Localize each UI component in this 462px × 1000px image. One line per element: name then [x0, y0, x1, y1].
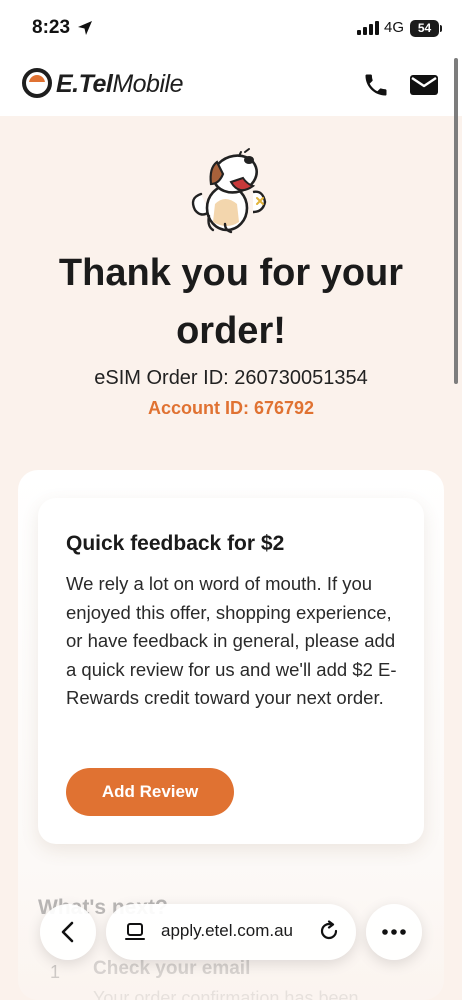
feedback-title: Quick feedback for $2 [66, 532, 285, 555]
signal-icon [357, 21, 379, 35]
account-id: Account ID: 676792 [147, 398, 315, 418]
order-id: eSIM Order ID: 260730051354 [94, 367, 368, 389]
step-description: Your order confirmation has been [93, 988, 359, 1000]
brand-logo-icon[interactable] [22, 68, 52, 98]
feedback-body: We rely a lot on word of mouth. If you e… [66, 573, 397, 708]
page-title: Thank you for your order! [58, 252, 404, 352]
page-icon[interactable] [125, 922, 145, 942]
location-arrow-icon [78, 21, 92, 35]
back-button[interactable] [40, 904, 96, 960]
battery-cap [440, 25, 442, 32]
url-text[interactable]: apply.etel.com.au [161, 921, 293, 941]
status-bar: 8:23 4G 54 [0, 0, 462, 58]
more-icon [382, 929, 406, 935]
feedback-card: Quick feedback for $2 We rely a lot on w… [38, 498, 424, 844]
mail-icon[interactable] [409, 72, 439, 98]
scrollbar[interactable] [454, 58, 458, 384]
chevron-left-icon [61, 921, 74, 943]
battery-icon: 54 [410, 20, 439, 37]
step-title: Check your email [93, 958, 251, 979]
brand-name[interactable]: E.TelMobile [56, 70, 183, 99]
phone-icon[interactable] [362, 71, 390, 99]
step-number: 1 [50, 962, 61, 982]
address-bar[interactable]: apply.etel.com.au [106, 904, 356, 960]
reload-icon[interactable] [318, 920, 340, 942]
network-type: 4G [384, 19, 405, 36]
top-nav: E.TelMobile [0, 58, 462, 116]
dog-illustration [191, 148, 267, 234]
brand-name-bold: E.Tel [56, 70, 113, 98]
status-time: 8:23 [32, 17, 71, 38]
more-button[interactable] [366, 904, 422, 960]
add-review-button[interactable]: Add Review [66, 768, 234, 816]
brand-name-regular: Mobile [112, 70, 183, 98]
